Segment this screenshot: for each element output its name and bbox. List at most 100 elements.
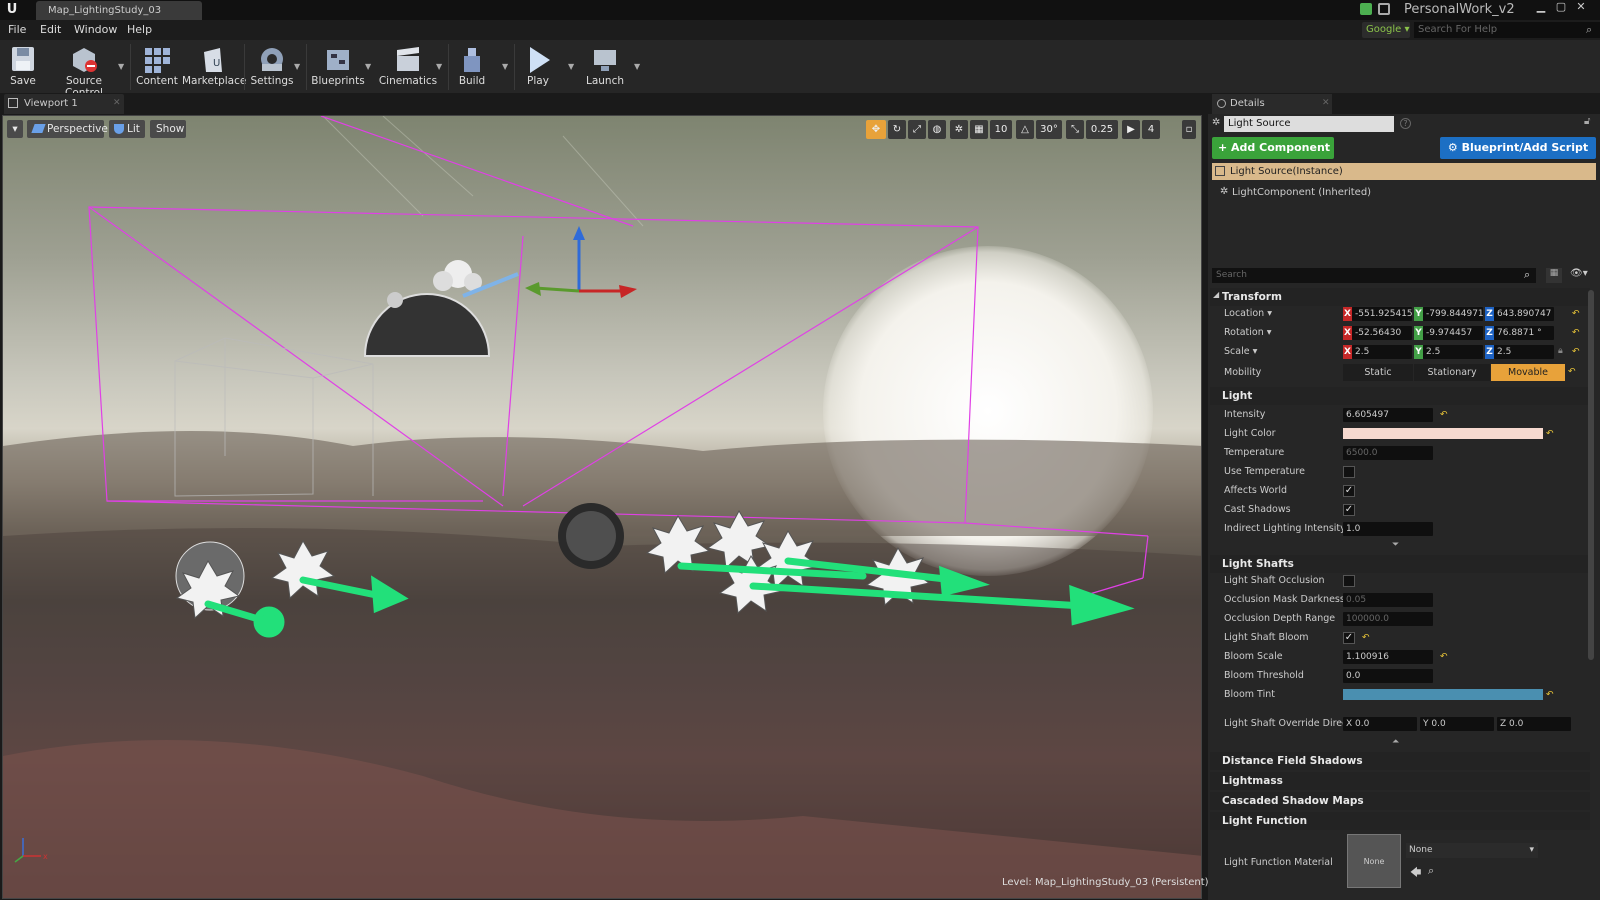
reset-bloom-scale-icon[interactable]: ↶	[1440, 652, 1448, 662]
component-instance-row[interactable]: Light Source(Instance)	[1212, 163, 1596, 180]
occlusion-mask-field[interactable]: 0.05	[1343, 593, 1433, 607]
settings-dropdown-icon[interactable]: ▼	[294, 62, 300, 71]
section-distance-field-shadows[interactable]: Distance Field Shadows	[1210, 752, 1590, 770]
grid-snap-icon[interactable]: ▦	[970, 120, 988, 139]
scale-x-field[interactable]: 2.5	[1352, 345, 1412, 359]
section-light-shafts[interactable]: Light Shafts	[1210, 555, 1590, 573]
marketplace-button[interactable]: U Marketplace	[182, 42, 246, 91]
surface-snap-icon[interactable]: ✲	[950, 120, 968, 139]
override-x-field[interactable]: X 0.0	[1343, 717, 1417, 731]
viewport-tab[interactable]: Viewport 1	[4, 94, 124, 114]
reset-location-icon[interactable]: ↶	[1572, 309, 1580, 319]
rotation-y-field[interactable]: -9.974457	[1423, 326, 1483, 340]
show-button[interactable]: Show	[150, 120, 186, 138]
world-space-icon[interactable]: ◍	[928, 120, 946, 139]
launch-dropdown-icon[interactable]: ▼	[634, 62, 640, 71]
light-function-material-select[interactable]: None ▾	[1406, 843, 1538, 858]
viewport-options-dropdown[interactable]: ▾	[7, 120, 23, 138]
scale-snap-icon[interactable]: ⤡	[1066, 120, 1084, 139]
blueprints-dropdown-icon[interactable]: ▼	[365, 62, 371, 71]
cinematics-button[interactable]: Cinematics	[378, 42, 438, 91]
lock-icon[interactable]: 🔓︎	[1584, 116, 1590, 127]
rotation-label[interactable]: Rotation ▾	[1224, 327, 1272, 338]
bloom-tint-swatch[interactable]	[1343, 689, 1543, 700]
details-tab[interactable]: Details	[1212, 94, 1332, 114]
maximize-icon[interactable]: ▢	[1552, 0, 1570, 16]
override-z-field[interactable]: Z 0.0	[1497, 717, 1571, 731]
rotate-mode-icon[interactable]: ↻	[888, 120, 906, 139]
reset-rotation-icon[interactable]: ↶	[1572, 328, 1580, 338]
grid-snap-value[interactable]: 10	[990, 120, 1012, 139]
mobility-movable-button[interactable]: Movable	[1491, 364, 1565, 381]
source-control-button[interactable]: Source Control	[46, 42, 122, 99]
minimize-icon[interactable]: ▁	[1532, 0, 1550, 16]
scale-mode-icon[interactable]: ⤢	[908, 120, 926, 139]
mobility-stationary-button[interactable]: Stationary	[1414, 364, 1490, 381]
affects-world-checkbox[interactable]: ✓	[1343, 485, 1355, 497]
material-thumbnail[interactable]: None	[1347, 834, 1401, 888]
section-cascaded-shadow-maps[interactable]: Cascaded Shadow Maps	[1210, 792, 1590, 810]
use-temperature-checkbox[interactable]	[1343, 466, 1355, 478]
add-component-button[interactable]: + Add Component ▾	[1212, 137, 1334, 176]
reset-bloom-tint-icon[interactable]: ↶	[1546, 690, 1554, 700]
use-selected-arrow-icon[interactable]: 🡄	[1410, 864, 1421, 883]
chat-icon[interactable]	[1360, 3, 1372, 15]
section-light-function[interactable]: Light Function	[1210, 812, 1590, 830]
component-child-row[interactable]: LightComponent (Inherited)	[1232, 187, 1371, 198]
location-label[interactable]: Location ▾	[1224, 308, 1272, 319]
search-engine-select[interactable]: Google ▾	[1362, 22, 1410, 38]
menu-help[interactable]: Help	[127, 23, 152, 36]
visibility-eye-icon[interactable]: 👁︎▾	[1570, 268, 1588, 279]
close-tab-icon[interactable]: ✕	[113, 98, 121, 108]
notification-icon[interactable]	[1378, 3, 1390, 15]
location-z-field[interactable]: 643.890747	[1494, 307, 1554, 321]
build-dropdown-icon[interactable]: ▼	[502, 62, 508, 71]
temperature-field[interactable]: 6500.0	[1343, 446, 1433, 460]
actor-name-input[interactable]: Light Source	[1224, 116, 1394, 132]
blueprint-add-script-button[interactable]: ⚙ Blueprint/Add Script	[1440, 137, 1596, 159]
menu-edit[interactable]: Edit	[40, 23, 61, 36]
cast-shadows-checkbox[interactable]: ✓	[1343, 504, 1355, 516]
build-button[interactable]: Build	[452, 42, 492, 91]
browse-search-icon[interactable]: ⌕	[1428, 864, 1434, 878]
section-transform[interactable]: Transform	[1210, 288, 1590, 306]
shaft-bloom-checkbox[interactable]: ✓	[1343, 632, 1355, 644]
section-light[interactable]: Light	[1210, 387, 1590, 405]
reset-intensity-icon[interactable]: ↶	[1440, 410, 1448, 420]
scale-label[interactable]: Scale ▾	[1224, 346, 1257, 357]
scale-lock-icon[interactable]: 🔒︎	[1558, 346, 1563, 356]
camera-speed-value[interactable]: 4	[1142, 120, 1160, 139]
light-color-swatch[interactable]	[1343, 428, 1543, 439]
translate-mode-icon[interactable]: ✥	[866, 120, 886, 139]
rotation-x-field[interactable]: -52.56430	[1352, 326, 1412, 340]
search-icon[interactable]: ⌕	[1586, 23, 1592, 37]
rotation-snap-icon[interactable]: △	[1016, 120, 1034, 139]
document-tab[interactable]: Map_LightingStudy_03	[36, 1, 202, 20]
indirect-lighting-field[interactable]: 1.0	[1343, 522, 1433, 536]
play-button[interactable]: Play	[518, 42, 558, 91]
bloom-scale-field[interactable]: 1.100916	[1343, 650, 1433, 664]
reset-shaft-bloom-icon[interactable]: ↶	[1362, 633, 1370, 643]
menu-file[interactable]: File	[8, 23, 26, 36]
rotation-z-field[interactable]: 76.8871 °	[1494, 326, 1554, 340]
bloom-threshold-field[interactable]: 0.0	[1343, 669, 1433, 683]
scale-y-field[interactable]: 2.5	[1423, 345, 1483, 359]
details-search-input[interactable]: Search	[1212, 268, 1536, 283]
override-y-field[interactable]: Y 0.0	[1420, 717, 1494, 731]
property-matrix-icon[interactable]: ▦	[1546, 268, 1562, 283]
reset-light-color-icon[interactable]: ↶	[1546, 429, 1554, 439]
source-control-dropdown-icon[interactable]: ▼	[118, 62, 124, 71]
location-y-field[interactable]: -799.844971	[1423, 307, 1484, 321]
scale-snap-value[interactable]: 0.25	[1086, 120, 1118, 139]
details-scrollbar[interactable]	[1588, 290, 1594, 660]
expand-advanced-icon[interactable]: ⏷	[1392, 540, 1399, 550]
launch-button[interactable]: Launch	[582, 42, 628, 91]
content-button[interactable]: Content	[134, 42, 180, 91]
blueprints-button[interactable]: Blueprints	[310, 42, 366, 91]
scale-z-field[interactable]: 2.5	[1494, 345, 1554, 359]
save-button[interactable]: Save	[4, 42, 42, 91]
camera-speed-icon[interactable]: ▶	[1122, 120, 1140, 139]
close-icon[interactable]: ✕	[1572, 0, 1590, 16]
shaft-occlusion-checkbox[interactable]	[1343, 575, 1355, 587]
maximize-viewport-icon[interactable]: ▫	[1182, 120, 1196, 139]
